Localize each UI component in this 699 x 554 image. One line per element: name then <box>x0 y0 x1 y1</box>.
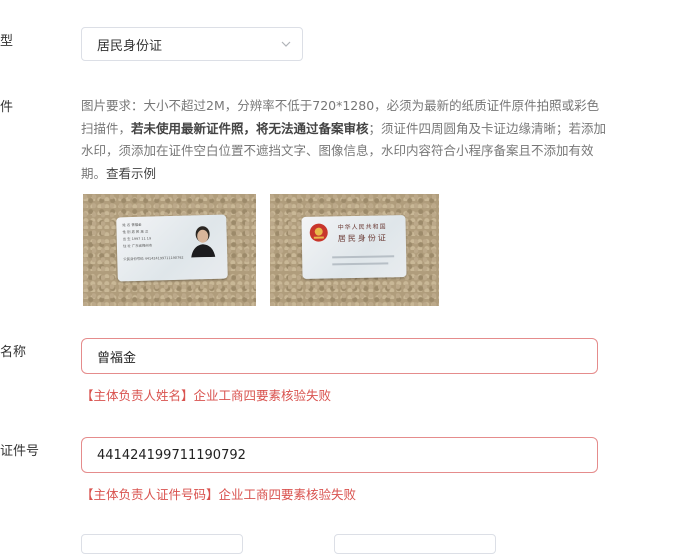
chevron-down-icon <box>281 41 291 47</box>
emblem-icon <box>309 223 328 242</box>
front-line-5: 公民身份号码 441424199711190792 <box>123 255 184 262</box>
portrait-photo <box>191 226 216 258</box>
id-type-value: 居民身份证 <box>97 38 163 54</box>
id-type-label: 型 <box>0 34 14 49</box>
name-error: 【主体负责人姓名】企业工商四要素核验失败 <box>81 388 332 403</box>
back-info-line <box>332 255 395 259</box>
id-front-image[interactable]: 姓 名 曾福金 性 别 男 民 族 汉 出 生 1997 11 19 住 址 广… <box>83 194 256 306</box>
id-card-back: 中华人民共和国 居民身份证 <box>301 215 407 279</box>
next-row-input-start[interactable] <box>81 534 243 554</box>
back-title-2: 居民身份证 <box>337 233 388 244</box>
id-number-error: 【主体负责人证件号码】企业工商四要素核验失败 <box>81 487 357 502</box>
next-row-input-end[interactable] <box>334 534 496 554</box>
id-number-input-value: 441424199711190792 <box>97 447 246 463</box>
name-input-value: 曾福金 <box>97 350 137 366</box>
requirements-warning: 若未使用最新证件照，将无法通过备案审核 <box>131 120 369 136</box>
name-input[interactable]: 曾福金 <box>81 338 598 374</box>
view-example-link[interactable]: 查看示例 <box>106 166 156 181</box>
back-title-1: 中华人民共和国 <box>337 223 387 232</box>
back-info-line <box>332 262 389 266</box>
certificate-label: 件 <box>0 100 14 115</box>
image-requirements: 图片要求：大小不超过2M，分辨率不低于720*1280，必须为最新的纸质证件原件… <box>81 95 611 185</box>
id-type-select[interactable]: 居民身份证 <box>81 27 303 61</box>
id-card-front: 姓 名 曾福金 性 别 男 民 族 汉 出 生 1997 11 19 住 址 广… <box>116 214 228 282</box>
name-label: 名称 <box>0 345 27 360</box>
id-number-label: 证件号 <box>0 444 40 459</box>
id-back-image[interactable]: 中华人民共和国 居民身份证 <box>270 194 439 306</box>
front-line-4: 住 址 广东省梅州市 <box>122 243 153 249</box>
id-number-input[interactable]: 441424199711190792 <box>81 437 598 473</box>
